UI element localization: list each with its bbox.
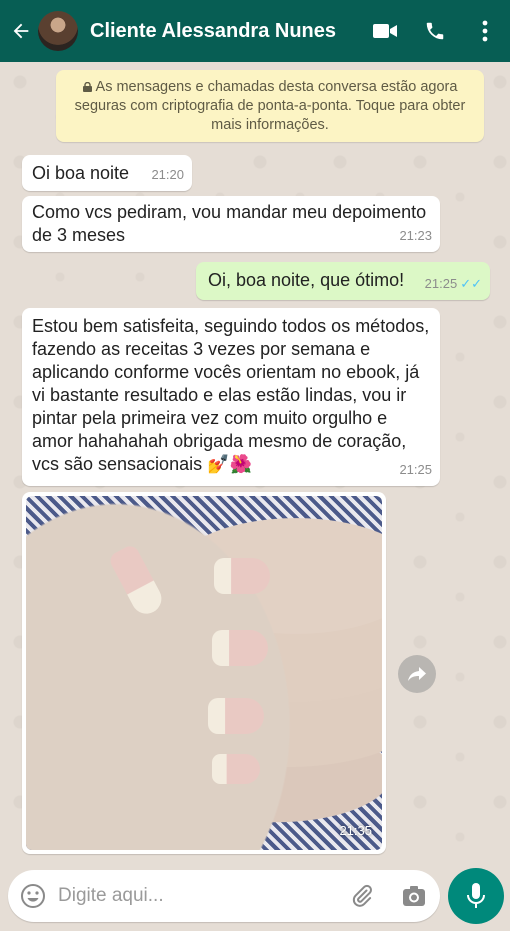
message-time: 21:25 xyxy=(424,276,458,291)
forward-icon[interactable] xyxy=(398,655,436,693)
lock-icon xyxy=(82,82,92,92)
message-time: 21:23 xyxy=(399,228,432,243)
camera-icon[interactable] xyxy=(388,885,440,907)
nail xyxy=(212,754,260,784)
nail xyxy=(214,558,270,594)
microphone-icon xyxy=(467,883,485,908)
message-text: Estou bem satisfeita, seguindo todos os … xyxy=(32,316,430,474)
message-text: Oi boa noite xyxy=(32,163,130,183)
emoji-icon[interactable] xyxy=(8,883,58,909)
message-time: 21:35 xyxy=(339,823,372,838)
message-text: Oi, boa noite, que ótimo! xyxy=(208,270,405,290)
nails-photo[interactable]: 21:35 xyxy=(26,496,382,850)
message-incoming[interactable]: Oi boa noite 21:20 xyxy=(22,155,192,191)
chat-header: Cliente Alessandra Nunes xyxy=(0,0,510,62)
message-composer: Digite aqui... xyxy=(8,870,440,922)
encryption-notice[interactable]: As mensagens e chamadas desta conversa e… xyxy=(56,70,484,142)
attach-icon[interactable] xyxy=(336,884,388,908)
message-time: 21:20 xyxy=(151,167,184,182)
video-call-icon[interactable] xyxy=(360,22,410,40)
message-incoming[interactable]: Como vcs pediram, vou mandar meu depoime… xyxy=(22,196,440,252)
image-message[interactable]: 21:35 xyxy=(22,492,386,854)
more-options-icon[interactable] xyxy=(460,20,510,42)
contact-name[interactable]: Cliente Alessandra Nunes xyxy=(90,20,360,43)
voice-call-icon[interactable] xyxy=(410,20,460,42)
back-arrow-icon[interactable] xyxy=(6,20,36,42)
message-time: 21:25 xyxy=(399,462,432,477)
hand-image xyxy=(26,496,382,850)
nail xyxy=(208,698,264,734)
message-outgoing[interactable]: Oi, boa noite, que ótimo! 21:25 ✓✓ xyxy=(196,262,490,300)
message-incoming[interactable]: Estou bem satisfeita, seguindo todos os … xyxy=(22,308,440,486)
encryption-notice-text: As mensagens e chamadas desta conversa e… xyxy=(74,79,466,133)
microphone-button[interactable] xyxy=(448,868,504,924)
message-time-wrap: 21:25 ✓✓ xyxy=(425,272,482,295)
nail xyxy=(212,630,268,666)
avatar[interactable] xyxy=(38,11,78,51)
chat-area: As mensagens e chamadas desta conversa e… xyxy=(0,62,510,870)
message-text: Como vcs pediram, vou mandar meu depoime… xyxy=(32,202,427,245)
read-ticks-icon: ✓✓ xyxy=(460,276,482,291)
message-input[interactable]: Digite aqui... xyxy=(58,885,336,907)
